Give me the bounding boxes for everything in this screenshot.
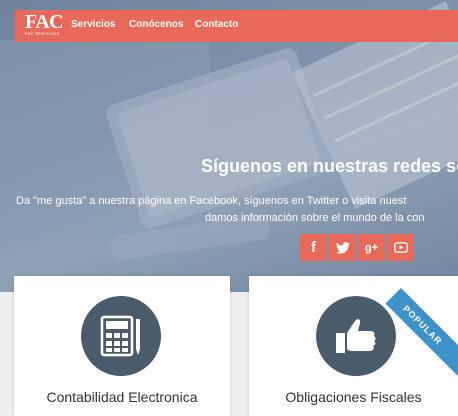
hero-banner: FAC FAC SERVICIOS Servicios Conócenos Co… <box>0 0 458 292</box>
service-card-obligaciones[interactable]: Obligaciones Fiscales POPULAR <box>249 276 458 416</box>
youtube-button[interactable] <box>387 234 414 261</box>
calculator-icon <box>100 315 140 357</box>
top-navbar: FAC FAC SERVICIOS Servicios Conócenos Co… <box>15 10 458 42</box>
nav-link-contacto[interactable]: Contacto <box>195 19 238 30</box>
thumbs-up-icon <box>336 319 376 353</box>
calculator-icon-circle <box>81 296 161 376</box>
twitter-icon <box>335 241 350 254</box>
google-plus-button[interactable]: g+ <box>358 234 385 261</box>
youtube-icon <box>393 242 408 253</box>
google-plus-icon: g+ <box>364 241 379 254</box>
nav-link-conocenos[interactable]: Conócenos <box>129 19 183 30</box>
hero-description-line1: Da "me gusta" a nuestra página en Facebo… <box>16 195 407 207</box>
service-card-contabilidad[interactable]: Contabilidad Electronica <box>14 276 230 416</box>
logo-text: FAC <box>25 11 64 33</box>
nav-link-servicios[interactable]: Servicios <box>71 19 115 30</box>
facebook-button[interactable]: f <box>300 234 327 261</box>
hero-description-line2: damos información sobre el mundo de la c… <box>205 212 425 224</box>
twitter-button[interactable] <box>329 234 356 261</box>
card-title: Contabilidad Electronica <box>46 389 198 405</box>
card-title: Obligaciones Fiscales <box>285 389 422 405</box>
thumbs-up-icon-circle <box>316 296 396 376</box>
hero-title: Síguenos en nuestras redes so <box>201 156 458 176</box>
logo-subtext: FAC SERVICIOS <box>25 31 60 36</box>
facebook-icon: f <box>311 239 316 256</box>
brand-logo[interactable]: FAC FAC SERVICIOS <box>25 11 64 36</box>
popular-ribbon: POPULAR <box>385 288 458 382</box>
